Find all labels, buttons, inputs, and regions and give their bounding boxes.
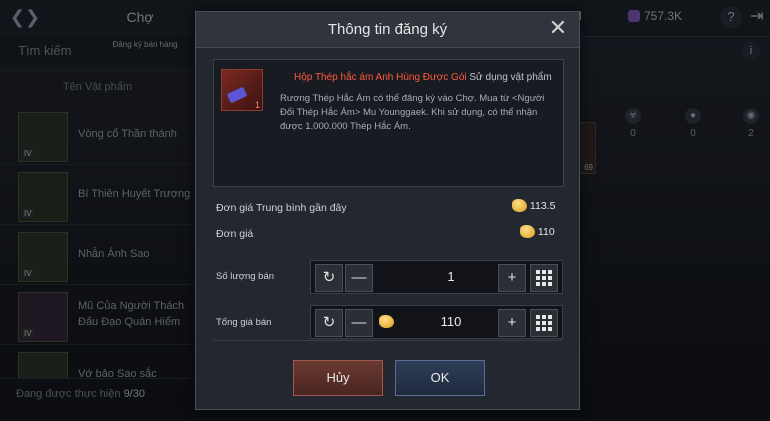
divider — [213, 340, 562, 341]
keypad-icon[interactable] — [530, 309, 558, 337]
avg-price-value: 113.5 — [529, 200, 556, 212]
minus-button[interactable]: — — [345, 309, 373, 337]
item-description: Rương Thép Hắc Ám có thể đăng ký vào Chợ… — [280, 93, 545, 132]
avg-price-label: Đơn giá Trung bình gần đây — [216, 202, 347, 214]
item-qty: 1 — [254, 100, 260, 110]
unit-price-label: Đơn giá — [216, 228, 254, 240]
gem-shape — [226, 86, 248, 104]
dialog-title: Thông tin đăng ký — [327, 21, 448, 38]
item-icon: 1 — [221, 69, 263, 111]
dialog-header: Thông tin đăng ký ✕ — [196, 12, 579, 48]
total-price-value[interactable]: 110 — [401, 314, 501, 329]
reset-icon[interactable]: ↻ — [315, 264, 343, 292]
gold-icon — [379, 315, 394, 328]
unit-price: 110 — [520, 225, 555, 238]
registration-dialog: Thông tin đăng ký ✕ 1 Hộp Thép hắc ám An… — [195, 11, 580, 410]
ok-button[interactable]: OK — [395, 360, 485, 396]
item-type: Sử dụng vật phẩm — [469, 72, 552, 83]
close-icon[interactable]: ✕ — [545, 15, 571, 41]
item-title: Hộp Thép hắc ám Anh Hùng Được Gói Sử dụn… — [294, 71, 552, 85]
total-label: Tổng giá bán — [216, 317, 272, 328]
reset-icon[interactable]: ↻ — [315, 309, 343, 337]
keypad-icon[interactable] — [530, 264, 558, 292]
unit-price-value: 110 — [537, 226, 555, 238]
plus-button[interactable]: + — [498, 264, 526, 292]
avg-price: 113.5 — [512, 199, 555, 212]
minus-button[interactable]: — — [345, 264, 373, 292]
quantity-label: Số lượng bán — [216, 271, 275, 282]
total-price-stepper: ↻ — 110 + — [310, 305, 563, 339]
quantity-value[interactable]: 1 — [401, 269, 501, 284]
item-name: Hộp Thép hắc ám Anh Hùng Được Gói — [294, 72, 467, 83]
quantity-stepper: ↻ — 1 + — [310, 260, 563, 294]
gold-icon — [520, 225, 535, 238]
gold-icon — [512, 199, 527, 212]
plus-button[interactable]: + — [498, 309, 526, 337]
cancel-button[interactable]: Hủy — [293, 360, 383, 396]
